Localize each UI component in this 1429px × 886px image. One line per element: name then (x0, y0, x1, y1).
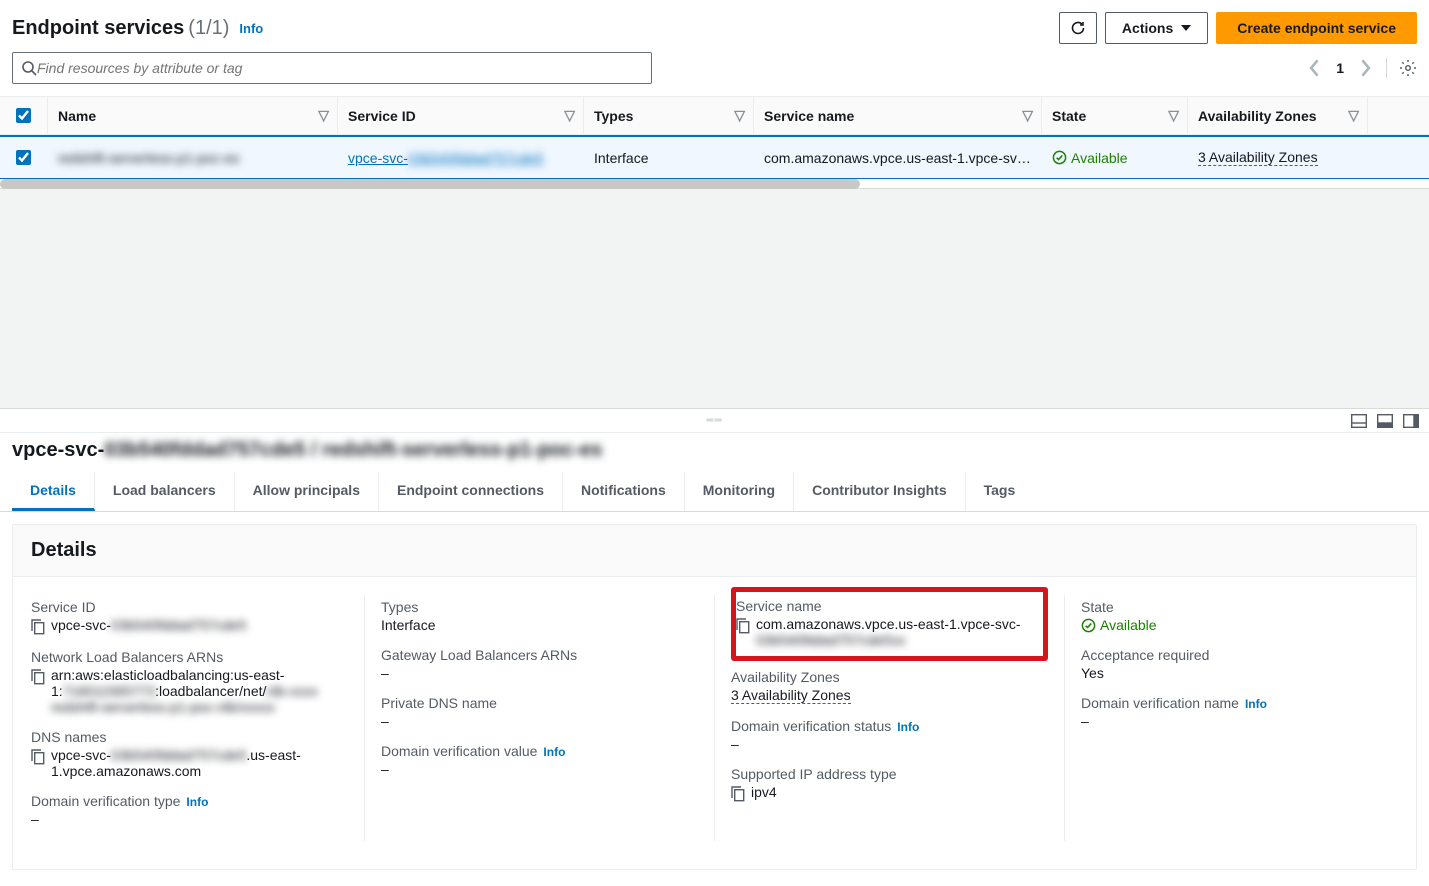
value-service-name: com.amazonaws.vpce.us-east-1.vpce-svc-03… (736, 616, 1035, 648)
value-service-id: vpce-svc-03b540fddad757cde5 (31, 617, 348, 635)
prev-page-button[interactable] (1306, 59, 1324, 77)
search-input-container (12, 52, 652, 84)
label-nlb-arns: Network Load Balancers ARNs (31, 649, 348, 665)
info-link[interactable]: Info (897, 720, 919, 734)
tab-monitoring[interactable]: Monitoring (685, 472, 794, 511)
row-availability-zones[interactable]: 3 Availability Zones (1198, 149, 1318, 166)
search-icon (21, 60, 37, 76)
actions-button[interactable]: Actions (1105, 12, 1208, 44)
tab-endpoint-connections[interactable]: Endpoint connections (379, 472, 563, 511)
label-types: Types (381, 599, 698, 615)
panel-splitter[interactable]: ══ (0, 409, 1429, 433)
tab-load-balancers[interactable]: Load balancers (95, 472, 235, 511)
row-service-id-link[interactable]: vpce-svc-03b540fddad757cde5 (348, 150, 543, 166)
row-service-name: com.amazonaws.vpce.us-east-1.vpce-sv… (754, 137, 1042, 178)
details-panel-heading: Details (13, 525, 1416, 577)
value-domain-verification-value: – (381, 761, 698, 777)
row-name: redshift-serverless-p1-poc-es (58, 150, 239, 166)
copy-icon[interactable] (731, 786, 745, 802)
refresh-button[interactable] (1059, 12, 1097, 44)
value-gwlb-arns: – (381, 665, 698, 681)
label-domain-verification-name: Domain verification nameInfo (1081, 695, 1398, 711)
value-acceptance-required: Yes (1081, 665, 1398, 681)
value-availability-zones: 3 Availability Zones (731, 687, 1048, 704)
tab-contributor-insights[interactable]: Contributor Insights (794, 472, 966, 511)
service-name-highlight: Service name com.amazonaws.vpce.us-east-… (731, 587, 1048, 661)
label-domain-verification-type: Domain verification typeInfo (31, 793, 348, 809)
value-nlb-arns: arn:aws:elasticloadbalancing:us-east-1:7… (31, 667, 348, 715)
info-link[interactable]: Info (543, 745, 565, 759)
row-state: Available (1052, 150, 1128, 166)
tab-tags[interactable]: Tags (966, 472, 1034, 511)
page-count: (1/1) (188, 17, 229, 40)
value-supported-ip-type: ipv4 (731, 784, 1048, 802)
copy-icon[interactable] (31, 749, 45, 765)
page-title: Endpoint services (12, 17, 184, 40)
label-domain-verification-value: Domain verification valueInfo (381, 743, 698, 759)
horizontal-scrollbar[interactable] (0, 179, 1429, 189)
label-state: State (1081, 599, 1398, 615)
create-endpoint-service-button[interactable]: Create endpoint service (1216, 12, 1417, 44)
row-types: Interface (584, 137, 754, 178)
layout-left-icon[interactable] (1351, 414, 1367, 428)
copy-icon[interactable] (736, 618, 750, 634)
layout-right-icon[interactable] (1403, 414, 1419, 428)
label-service-name: Service name (736, 598, 1035, 614)
check-circle-icon (1081, 618, 1096, 633)
page-info-link[interactable]: Info (239, 21, 263, 36)
label-private-dns-name: Private DNS name (381, 695, 698, 711)
info-link[interactable]: Info (1245, 697, 1267, 711)
column-availability-zones[interactable]: Availability Zones▽ (1188, 97, 1368, 134)
column-state[interactable]: State▽ (1042, 97, 1188, 134)
label-dns-names: DNS names (31, 729, 348, 745)
detail-title: vpce-svc-03b540fddad757cde5 / redshift-s… (0, 433, 1429, 472)
check-circle-icon (1052, 150, 1067, 165)
drag-handle-icon: ══ (706, 415, 722, 426)
actions-label: Actions (1122, 20, 1173, 36)
table-header: Name▽ Service ID▽ Types▽ Service name▽ S… (0, 97, 1429, 135)
value-state: Available (1081, 617, 1398, 633)
tab-notifications[interactable]: Notifications (563, 472, 685, 511)
settings-button[interactable] (1399, 59, 1417, 77)
value-domain-verification-type: – (31, 811, 348, 827)
refresh-icon (1070, 20, 1086, 36)
column-service-id[interactable]: Service ID▽ (338, 97, 584, 134)
select-all-checkbox[interactable] (16, 108, 31, 123)
label-domain-verification-status: Domain verification statusInfo (731, 718, 1048, 734)
tab-allow-principals[interactable]: Allow principals (235, 472, 379, 511)
next-page-button[interactable] (1356, 59, 1374, 77)
column-types[interactable]: Types▽ (584, 97, 754, 134)
label-gwlb-arns: Gateway Load Balancers ARNs (381, 647, 698, 663)
copy-icon[interactable] (31, 669, 45, 685)
info-link[interactable]: Info (186, 795, 208, 809)
table-row[interactable]: redshift-serverless-p1-poc-es vpce-svc-0… (0, 135, 1429, 179)
caret-down-icon (1181, 25, 1191, 31)
copy-icon[interactable] (31, 619, 45, 635)
search-input[interactable] (37, 60, 643, 76)
column-name[interactable]: Name▽ (48, 97, 338, 134)
value-dns-names: vpce-svc-03b540fddad757cde5.us-east-1.vp… (31, 747, 348, 779)
tab-details[interactable]: Details (12, 472, 95, 511)
value-domain-verification-name: – (1081, 713, 1398, 729)
value-domain-verification-status: – (731, 736, 1048, 752)
label-availability-zones: Availability Zones (731, 669, 1048, 685)
layout-bottom-icon[interactable] (1377, 414, 1393, 428)
value-private-dns-name: – (381, 713, 698, 729)
page-number: 1 (1336, 60, 1344, 76)
value-types: Interface (381, 617, 698, 633)
detail-tabs: Details Load balancers Allow principals … (0, 472, 1429, 512)
row-checkbox[interactable] (16, 150, 31, 165)
label-acceptance-required: Acceptance required (1081, 647, 1398, 663)
label-supported-ip-type: Supported IP address type (731, 766, 1048, 782)
column-service-name[interactable]: Service name▽ (754, 97, 1042, 134)
label-service-id: Service ID (31, 599, 348, 615)
